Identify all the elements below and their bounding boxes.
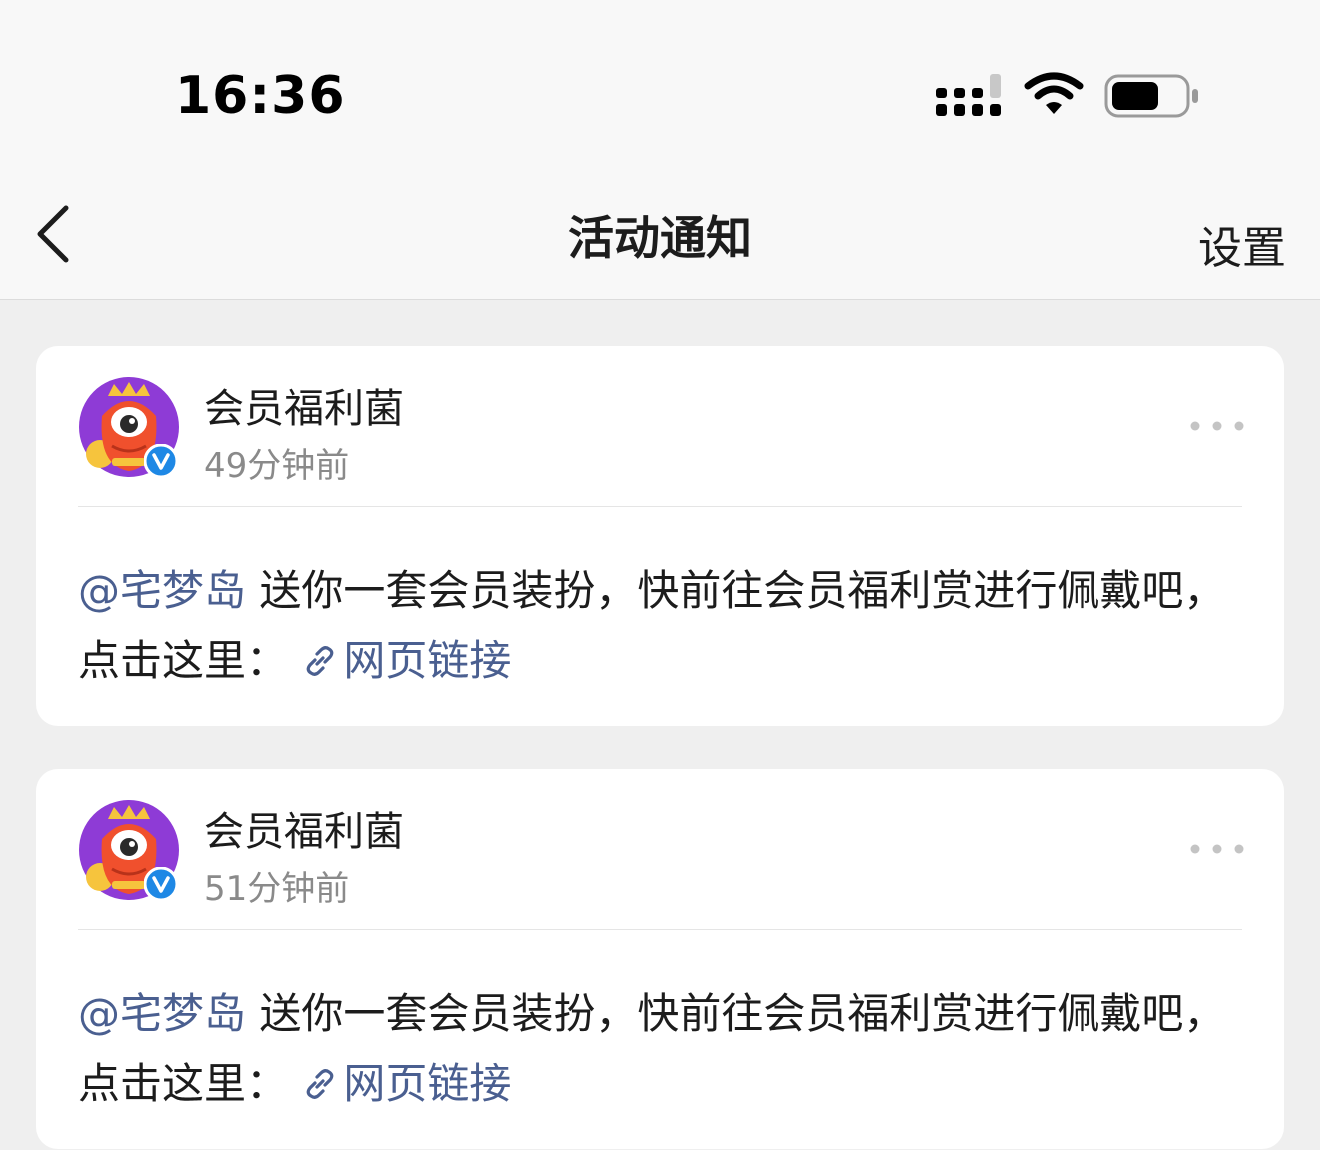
battery-icon [1104, 74, 1198, 118]
notification-card: 会员福利菌 51分钟前 @宅梦岛 送你一套会员装扮，快前往会员福利赏进行佩戴吧，… [36, 769, 1284, 1149]
settings-button[interactable]: 设置 [1198, 212, 1286, 276]
status-bar: 16:36 [0, 0, 1320, 170]
post-time: 51分钟前 [204, 869, 350, 909]
notification-message: @宅梦岛 送你一套会员装扮，快前往会员福利赏进行佩戴吧，点击这里： 网页链接 [78, 556, 1238, 696]
post-time: 49分钟前 [204, 446, 350, 486]
more-options-icon[interactable] [1190, 835, 1244, 863]
web-link-label: 网页链接 [343, 1059, 512, 1108]
verified-badge-icon [144, 867, 178, 901]
web-link-label: 网页链接 [343, 636, 512, 685]
divider [78, 929, 1242, 930]
verified-badge-icon [144, 444, 178, 478]
more-options-icon[interactable] [1190, 412, 1244, 440]
notification-card: 会员福利菌 49分钟前 @宅梦岛 送你一套会员装扮，快前往会员福利赏进行佩戴吧，… [36, 346, 1284, 726]
web-link[interactable]: 网页链接 [301, 1059, 511, 1108]
web-link[interactable]: 网页链接 [301, 636, 511, 685]
page-title: 活动通知 [568, 211, 752, 265]
status-time: 16:36 [175, 66, 346, 126]
user-mention-link[interactable]: @宅梦岛 [78, 989, 246, 1038]
nav-bar: 活动通知 设置 [0, 170, 1320, 300]
link-icon [307, 646, 334, 676]
user-mention-link[interactable]: @宅梦岛 [78, 566, 246, 615]
message-text: 送你一套会员装扮，快前往会员福利赏进行佩戴吧，点击这里： [78, 989, 1226, 1108]
sender-name[interactable]: 会员福利菌 [204, 799, 404, 857]
divider [78, 506, 1242, 507]
sender-name[interactable]: 会员福利菌 [204, 376, 404, 434]
link-icon [307, 1069, 334, 1099]
wifi-icon [1024, 72, 1084, 114]
cellular-signal-icon [936, 74, 1001, 116]
message-text: 送你一套会员装扮，快前往会员福利赏进行佩戴吧，点击这里： [78, 566, 1226, 685]
notification-message: @宅梦岛 送你一套会员装扮，快前往会员福利赏进行佩戴吧，点击这里： 网页链接 [78, 979, 1238, 1119]
